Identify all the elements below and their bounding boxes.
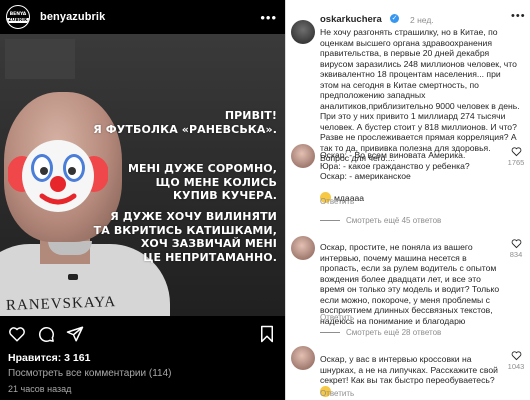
account-avatar[interactable]: BENYA ZUBRIK <box>6 5 30 29</box>
likes-count[interactable]: Нравится: 3 161 <box>8 352 90 364</box>
heart-icon[interactable] <box>8 325 26 343</box>
ellipsis-icon[interactable]: ••• <box>511 10 526 22</box>
clown-face-emoji <box>8 140 108 212</box>
image-caption-block3: Я ДУЖЕ ХОЧУ ВИЛИНЯТИ ТА ВКРИТИСЬ КАТИШКА… <box>94 210 277 264</box>
caption-line: Я ФУТБОЛКА «РАНЕВСЬКА». <box>93 122 277 136</box>
save-icon[interactable] <box>258 325 276 343</box>
caption-line: ХОЧ ЗАЗВИЧАЙ МЕНІ <box>140 237 277 250</box>
show-more-replies[interactable]: Смотреть ещё 45 ответов <box>320 216 441 225</box>
commenter-avatar[interactable] <box>291 346 315 370</box>
verified-badge-icon: ✓ <box>390 14 399 23</box>
comment-line: Юра: - какое гражданство у ребенка? <box>320 160 470 171</box>
caption-line: ЩО МЕНЕ КОЛИСЬ <box>155 175 277 189</box>
image-caption-greeting: ПРИВІТ! Я ФУТБОЛКА «РАНЕВСЬКА». <box>93 109 277 136</box>
like-count: 1043 <box>507 362 525 371</box>
comment-body: Оскар, у вас в интервью кроссовки на шну… <box>320 354 498 385</box>
post-image[interactable]: RANEVSKAYA ПРИВІТ! Я ФУТБОЛКА «РАНЕВСЬКА… <box>0 34 285 316</box>
author-name[interactable]: oskarkuchera <box>320 14 382 25</box>
caption-line: Я ДУЖЕ ХОЧУ ВИЛИНЯТИ <box>110 210 277 223</box>
comments-panel: oskarkuchera ✓ 2 нед. ••• Не хочу разгон… <box>285 0 530 400</box>
share-icon[interactable] <box>66 325 84 343</box>
comment-text: Оскар: - Во всем виновата Америка. Юра: … <box>320 150 500 203</box>
caption-line: КУПИВ КУЧЕРА. <box>172 189 277 202</box>
show-more-label: Смотреть ещё 28 ответов <box>346 328 442 337</box>
heart-icon[interactable] <box>511 350 522 361</box>
caption-line: ЦЕ НЕПРИТАМАННО. <box>143 250 277 264</box>
avatar-text-top: BENYA <box>9 12 27 17</box>
heart-icon[interactable] <box>511 238 522 249</box>
show-more-label: Смотреть ещё 45 ответов <box>346 216 442 225</box>
caption-line: МЕНІ ДУЖЕ СОРОМНО, <box>128 162 277 175</box>
author-caption-text: Не хочу разгонять страшилку, но в Китае,… <box>320 27 520 163</box>
avatar-text-bottom: ZUBRIK <box>7 18 29 23</box>
reply-button[interactable]: Ответить <box>320 313 354 322</box>
caption-line: ТА ВКРИТИСЬ КАТИШКАМИ, <box>93 223 277 237</box>
like-count: 834 <box>509 250 523 259</box>
view-all-comments-link[interactable]: Посмотреть все комментарии (114) <box>8 368 171 379</box>
like-count: 1765 <box>507 158 525 167</box>
post-header: BENYA ZUBRIK benyazubrik ••• <box>0 0 285 34</box>
comment-icon[interactable] <box>37 325 55 343</box>
show-more-replies[interactable]: Смотреть ещё 28 ответов <box>320 328 441 337</box>
account-name[interactable]: benyazubrik <box>40 11 105 23</box>
author-avatar[interactable] <box>291 20 315 44</box>
reply-button[interactable]: Ответить <box>320 197 354 206</box>
caption-line: ПРИВІТ! <box>224 109 277 122</box>
post-actions <box>0 316 285 350</box>
image-background-detail <box>5 39 75 79</box>
comment-line: Оскар: - Во всем виновата Америка. <box>320 150 466 160</box>
post-panel: BENYA ZUBRIK benyazubrik ••• RANEVSKAYA <box>0 0 285 400</box>
post-time: 21 часов назад <box>8 384 72 394</box>
comment-line: Оскар: - американское <box>320 171 411 181</box>
heart-icon[interactable] <box>511 146 522 157</box>
image-caption-block2: МЕНІ ДУЖЕ СОРОМНО, ЩО МЕНЕ КОЛИСЬ КУПИВ … <box>128 162 277 203</box>
commenter-avatar[interactable] <box>291 236 315 260</box>
commenter-avatar[interactable] <box>291 144 315 168</box>
reply-button[interactable]: Ответить <box>320 389 354 398</box>
author-time: 2 нед. <box>410 15 434 25</box>
lapel-mic <box>68 274 78 280</box>
ellipsis-icon[interactable]: ••• <box>260 10 277 25</box>
divider <box>320 220 340 221</box>
divider <box>320 332 340 333</box>
